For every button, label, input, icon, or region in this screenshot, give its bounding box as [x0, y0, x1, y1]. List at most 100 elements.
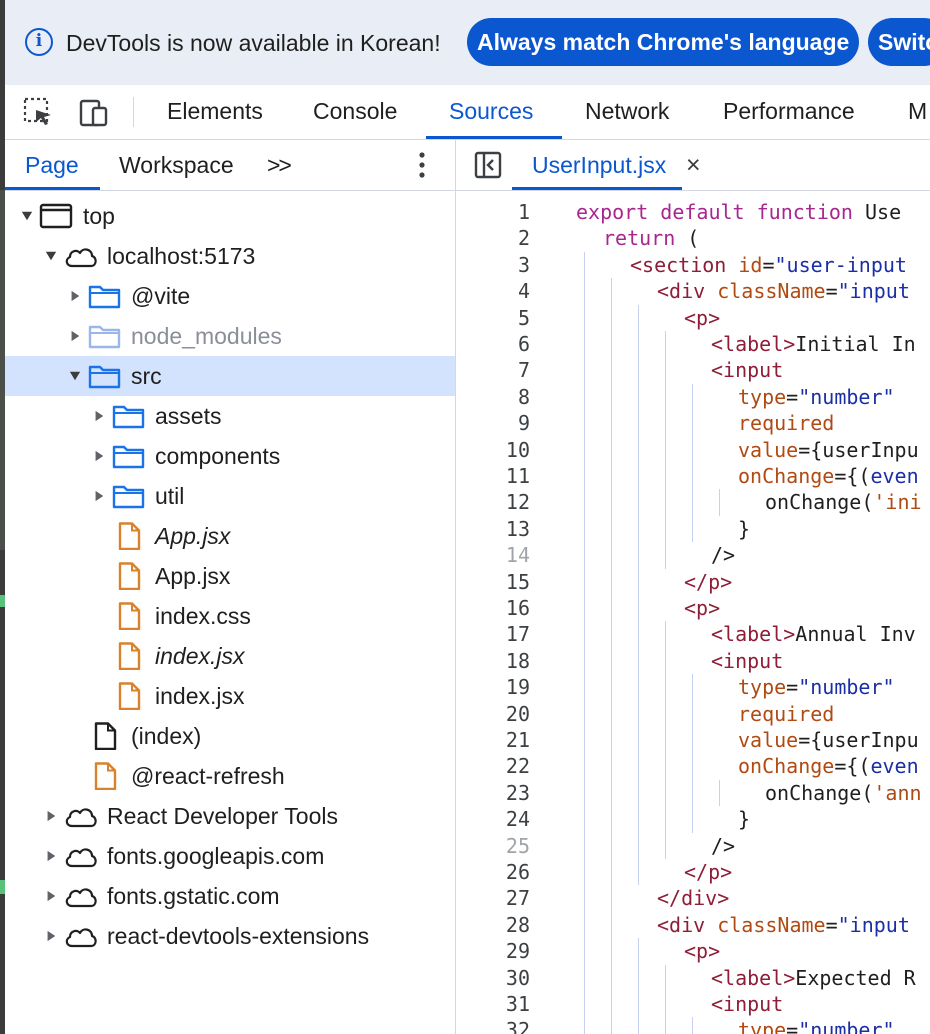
expand-arrow-right-icon[interactable] — [93, 396, 105, 436]
file-black-icon — [94, 722, 117, 750]
tree-item[interactable]: @react-refresh — [5, 756, 455, 796]
file-orange-icon — [118, 562, 141, 590]
code-token: ={userInpu — [798, 728, 919, 752]
inspect-element-icon[interactable] — [21, 95, 55, 129]
match-language-button[interactable]: Always match Chrome's language — [467, 18, 859, 66]
tree-item[interactable]: react-devtools-extensions — [5, 916, 455, 956]
expand-arrow-right-icon[interactable] — [45, 916, 57, 956]
code-token: "user-input — [774, 252, 907, 277]
info-icon: i — [25, 28, 53, 56]
tree-item[interactable]: index.jsx — [5, 636, 455, 676]
tab-network[interactable]: Network — [585, 85, 669, 139]
expand-arrow-right-icon[interactable] — [69, 316, 81, 356]
code-token: </p> — [684, 569, 733, 594]
line-number: 29 — [505, 939, 530, 964]
expand-arrow-right-icon[interactable] — [93, 476, 105, 516]
expand-arrow-down-icon[interactable] — [69, 356, 81, 396]
editor-tabbar: UserInput.jsx × — [456, 140, 930, 191]
indent-guide — [665, 331, 666, 569]
code-token: </div> — [657, 886, 730, 911]
code-token: <section — [630, 252, 739, 277]
tree-item[interactable]: @vite — [5, 276, 455, 316]
code-line: } — [738, 516, 750, 542]
line-number: 31 — [505, 992, 530, 1016]
tree-item[interactable]: React Developer Tools — [5, 796, 455, 836]
cloud-icon — [65, 248, 97, 268]
tree-item[interactable]: assets — [5, 396, 455, 436]
code-token: className — [717, 279, 826, 304]
tree-item[interactable]: index.jsx — [5, 676, 455, 716]
toggle-navigator-icon[interactable] — [474, 151, 502, 179]
tab-performance[interactable]: Performance — [723, 85, 855, 139]
tree-item[interactable]: node_modules — [5, 316, 455, 356]
tree-item[interactable]: components — [5, 436, 455, 476]
tree-item[interactable]: src — [5, 356, 455, 396]
line-number: 2 — [517, 226, 530, 251]
tree-item[interactable]: App.jsx — [5, 556, 455, 596]
line-number: 16 — [505, 596, 530, 620]
tree-item[interactable]: (index) — [5, 716, 455, 756]
code-token: type — [738, 1018, 787, 1034]
tab-elements[interactable]: Elements — [167, 85, 263, 139]
tab-console[interactable]: Console — [313, 85, 397, 139]
device-toolbar-icon[interactable] — [77, 95, 111, 129]
tree-item[interactable]: util — [5, 476, 455, 516]
code-token: = — [825, 279, 838, 304]
switch-language-button[interactable]: Switc — [868, 18, 930, 66]
code-token: = — [786, 384, 799, 409]
line-number: 22 — [505, 754, 530, 779]
tree-item-label: fonts.gstatic.com — [107, 883, 280, 909]
code-token: value — [738, 728, 799, 752]
expand-arrow-right-icon[interactable] — [45, 836, 57, 876]
infobar-message: DevTools is now available in Korean! — [66, 30, 441, 56]
tab-sources[interactable]: Sources — [449, 85, 533, 139]
expand-arrow-right-icon[interactable] — [45, 796, 57, 836]
more-options-icon[interactable] — [410, 151, 434, 179]
tree-item-label: util — [155, 483, 185, 509]
code-line: <label>Annual Inv — [711, 621, 916, 647]
tab-workspace[interactable]: Workspace — [119, 140, 234, 190]
tree-item[interactable]: App.jsx — [5, 516, 455, 556]
indent-guide — [719, 489, 720, 516]
code-token: "number" — [798, 675, 895, 700]
line-number: 27 — [505, 886, 530, 911]
tree-item[interactable]: fonts.googleapis.com — [5, 836, 455, 876]
cloud-icon — [65, 928, 97, 948]
expand-arrow-down-icon[interactable] — [21, 196, 33, 236]
expand-arrow-right-icon[interactable] — [69, 276, 81, 316]
code-token: type — [738, 384, 787, 409]
editor-file-tab[interactable]: UserInput.jsx — [532, 140, 666, 190]
code-line: value={userInpu — [738, 437, 919, 463]
tree-item[interactable]: fonts.gstatic.com — [5, 876, 455, 916]
file-orange-icon — [118, 602, 141, 630]
line-number: 4 — [517, 279, 530, 304]
code-line: <div className="input — [657, 912, 910, 938]
expand-arrow-right-icon[interactable] — [93, 436, 105, 476]
code-token: <div — [657, 279, 718, 304]
tab-page[interactable]: Page — [25, 140, 79, 190]
indent-guide — [638, 304, 639, 886]
tree-item[interactable]: localhost:5173 — [5, 236, 455, 276]
line-number: 3 — [517, 252, 530, 277]
code-token: } — [738, 516, 751, 541]
code-editor[interactable]: 1 export default function Use 2 return (3 <s… — [456, 191, 930, 1034]
code-line: type="number" — [738, 1017, 895, 1034]
tree-item[interactable]: index.css — [5, 596, 455, 636]
code-line: <p> — [684, 938, 720, 964]
more-tabs-chevron-icon[interactable]: >> — [267, 140, 292, 190]
line-number: 28 — [505, 912, 530, 937]
tree-item-label: React Developer Tools — [107, 803, 338, 829]
indent-guide — [638, 938, 639, 1034]
cloud-icon — [65, 808, 97, 828]
code-token: <p> — [684, 939, 721, 964]
line-number: 26 — [505, 860, 530, 884]
navigator-active-indicator — [5, 187, 100, 190]
tree-item-label: (index) — [131, 723, 202, 749]
expand-arrow-right-icon[interactable] — [45, 876, 57, 916]
tree-item[interactable]: top — [5, 196, 455, 236]
close-tab-icon[interactable]: × — [686, 140, 701, 190]
tab-more-truncated[interactable]: M — [908, 85, 927, 139]
expand-arrow-down-icon[interactable] — [45, 236, 57, 276]
tree-item-label: top — [83, 203, 115, 229]
language-infobar: i DevTools is now available in Korean! A… — [5, 0, 930, 85]
